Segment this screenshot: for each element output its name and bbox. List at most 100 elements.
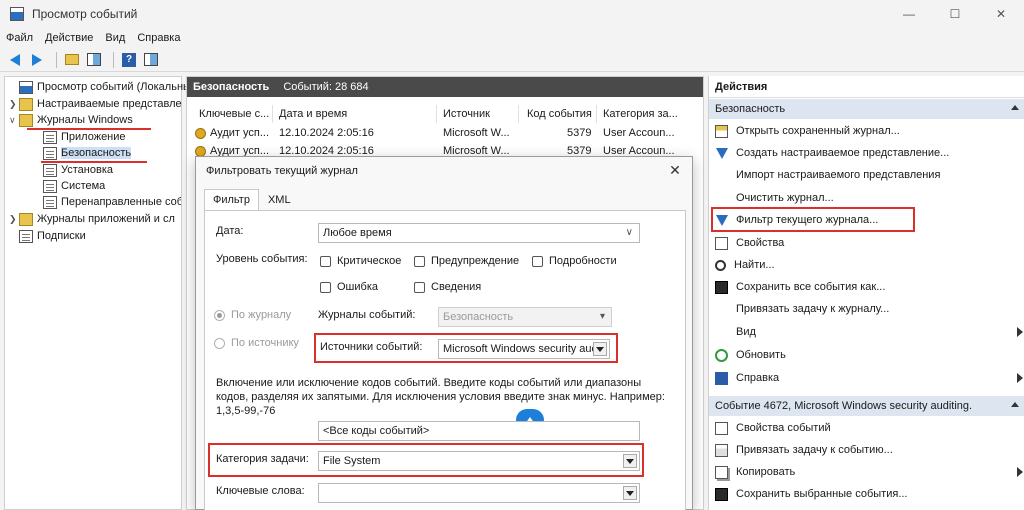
- minimize-button[interactable]: —: [886, 0, 932, 28]
- action-open-saved-log[interactable]: Открыть сохраненный журнал...: [709, 120, 1024, 142]
- checkbox-label: Ошибка: [337, 281, 378, 293]
- action-view[interactable]: Вид: [709, 321, 1024, 343]
- keywords-select[interactable]: [318, 483, 640, 503]
- tree-item-root[interactable]: Просмотр событий (Локальнь: [9, 79, 189, 95]
- action-label: Сохранить все события как...: [736, 281, 886, 293]
- action-properties[interactable]: Свойства: [709, 232, 1024, 254]
- checkbox-box[interactable]: [320, 255, 331, 267]
- folder-icon: [65, 54, 79, 65]
- category-cell: User Accoun...: [603, 127, 675, 139]
- action-label: Свойства: [736, 237, 785, 249]
- menu-action[interactable]: Действие: [45, 32, 93, 44]
- log-icon: [43, 130, 57, 144]
- back-button[interactable]: [6, 51, 24, 69]
- dialog-tabs: Фильтр XML: [204, 189, 300, 211]
- tab-filter[interactable]: Фильтр: [204, 189, 259, 211]
- tree-item-app-service-logs[interactable]: ❯ Журналы приложений и сл: [9, 211, 181, 227]
- filter-dialog: Фильтровать текущий журнал ✕ Фильтр XML …: [195, 156, 693, 510]
- action-help[interactable]: Справка: [709, 367, 1024, 389]
- task-category-select[interactable]: File System: [318, 451, 640, 471]
- event-sources-label: Источники событий:: [320, 341, 423, 353]
- action-save-selected-events[interactable]: Сохранить выбранные события...: [709, 483, 1024, 505]
- checkbox-critical[interactable]: Критическое: [320, 255, 401, 267]
- dialog-close-button[interactable]: ✕: [664, 160, 686, 180]
- action-filter-current-log[interactable]: Фильтр текущего журнала...: [709, 209, 1024, 231]
- tab-xml[interactable]: XML: [259, 189, 300, 211]
- action-attach-task-to-log[interactable]: Привязать задачу к журналу...: [709, 298, 1024, 320]
- dropdown-arrow-icon[interactable]: [593, 342, 607, 356]
- submenu-arrow-icon: [1017, 467, 1023, 477]
- event-viewer-icon: [19, 80, 33, 94]
- folder-icon: [19, 97, 33, 111]
- collapse-icon[interactable]: [1011, 105, 1019, 110]
- chevron-right-icon[interactable]: ❯: [9, 214, 19, 225]
- actions-section-security[interactable]: Безопасность: [709, 99, 1024, 119]
- tree-item-forwarded-events[interactable]: Перенаправленные собь: [43, 194, 181, 210]
- show-hide-action-pane-button[interactable]: [142, 51, 160, 69]
- action-clear-log[interactable]: Очистить журнал...: [709, 187, 1024, 209]
- radio-by-log[interactable]: По журналу: [214, 309, 291, 321]
- date-select[interactable]: Любое время ∨: [318, 223, 640, 243]
- up-folder-button[interactable]: [63, 51, 81, 69]
- tree-item-custom-views[interactable]: ❯ Настраиваемые представле: [9, 96, 182, 112]
- action-attach-task-to-event[interactable]: Привязать задачу к событию...: [709, 439, 1024, 461]
- column-task-category[interactable]: Категория за...: [599, 105, 679, 123]
- action-save-all-events[interactable]: Сохранить все события как...: [709, 276, 1024, 298]
- window-controls: — ☐ ✕: [886, 0, 1024, 28]
- source-cell: Microsoft W...: [443, 127, 510, 139]
- checkbox-box[interactable]: [414, 255, 425, 267]
- forward-button[interactable]: [28, 51, 46, 69]
- navigation-tree: Просмотр событий (Локальнь ❯ Настраиваем…: [4, 76, 189, 510]
- show-hide-tree-button[interactable]: [85, 51, 103, 69]
- dropdown-arrow-icon[interactable]: [623, 486, 637, 500]
- action-copy[interactable]: Копировать: [709, 461, 1024, 483]
- event-ids-input[interactable]: <Все коды событий>: [318, 421, 640, 441]
- action-find[interactable]: Найти...: [709, 254, 1024, 276]
- column-event-id[interactable]: Код события: [523, 105, 597, 123]
- tree-item-subscriptions[interactable]: Подписки: [19, 228, 86, 244]
- tree-item-system[interactable]: Система: [43, 178, 105, 194]
- chevron-down-icon: ▾: [599, 311, 605, 322]
- tree-item-setup[interactable]: Установка: [43, 162, 113, 178]
- column-date-time[interactable]: Дата и время: [275, 105, 437, 123]
- menu-help[interactable]: Справка: [137, 32, 180, 44]
- actions-section-event[interactable]: Событие 4672, Microsoft Windows security…: [709, 396, 1024, 416]
- menu-file[interactable]: Файл: [6, 32, 33, 44]
- maximize-button[interactable]: ☐: [932, 0, 978, 28]
- action-import-custom-view[interactable]: Импорт настраиваемого представления: [709, 164, 1024, 186]
- column-source[interactable]: Источник: [439, 105, 519, 123]
- collapse-icon[interactable]: [1011, 402, 1019, 407]
- tree-item-windows-logs[interactable]: ∨ Журналы Windows: [9, 112, 133, 128]
- radio-dot[interactable]: [214, 337, 225, 349]
- action-event-properties[interactable]: Свойства событий: [709, 417, 1024, 439]
- checkbox-error[interactable]: Ошибка: [320, 281, 378, 293]
- checkbox-verbose[interactable]: Подробности: [532, 255, 617, 267]
- tree-item-application[interactable]: Приложение: [43, 129, 126, 145]
- log-icon: [43, 195, 57, 209]
- radio-label: По журналу: [231, 309, 292, 321]
- dropdown-arrow-icon[interactable]: [623, 454, 637, 468]
- checkbox-warning[interactable]: Предупреждение: [414, 255, 519, 267]
- action-refresh[interactable]: Обновить: [709, 344, 1024, 366]
- section-label: Безопасность: [715, 103, 786, 115]
- help-button[interactable]: ?: [120, 51, 138, 69]
- table-row[interactable]: Аудит усп... 12.10.2024 2:05:16 Microsof…: [187, 124, 705, 142]
- radio-by-source[interactable]: По источнику: [214, 337, 299, 349]
- radio-dot[interactable]: [214, 309, 225, 321]
- properties-icon: [715, 236, 728, 250]
- event-sources-select[interactable]: Microsoft Windows security auc: [438, 339, 610, 359]
- close-window-button[interactable]: ✕: [978, 0, 1024, 28]
- column-keywords[interactable]: Ключевые с...: [195, 105, 273, 123]
- checkbox-box[interactable]: [414, 281, 425, 293]
- menu-view[interactable]: Вид: [105, 32, 125, 44]
- datetime-cell: 12.10.2024 2:05:16: [279, 127, 374, 139]
- checkbox-information[interactable]: Сведения: [414, 281, 481, 293]
- checkbox-box[interactable]: [532, 255, 543, 267]
- tree-label: Безопасность: [61, 147, 132, 159]
- chevron-down-icon[interactable]: ∨: [9, 115, 19, 126]
- filter-icon: [716, 214, 728, 226]
- chevron-right-icon[interactable]: ❯: [9, 99, 19, 110]
- checkbox-box[interactable]: [320, 281, 331, 293]
- action-create-custom-view[interactable]: Создать настраиваемое представление...: [709, 142, 1024, 164]
- tree-item-security[interactable]: Безопасность: [43, 145, 132, 161]
